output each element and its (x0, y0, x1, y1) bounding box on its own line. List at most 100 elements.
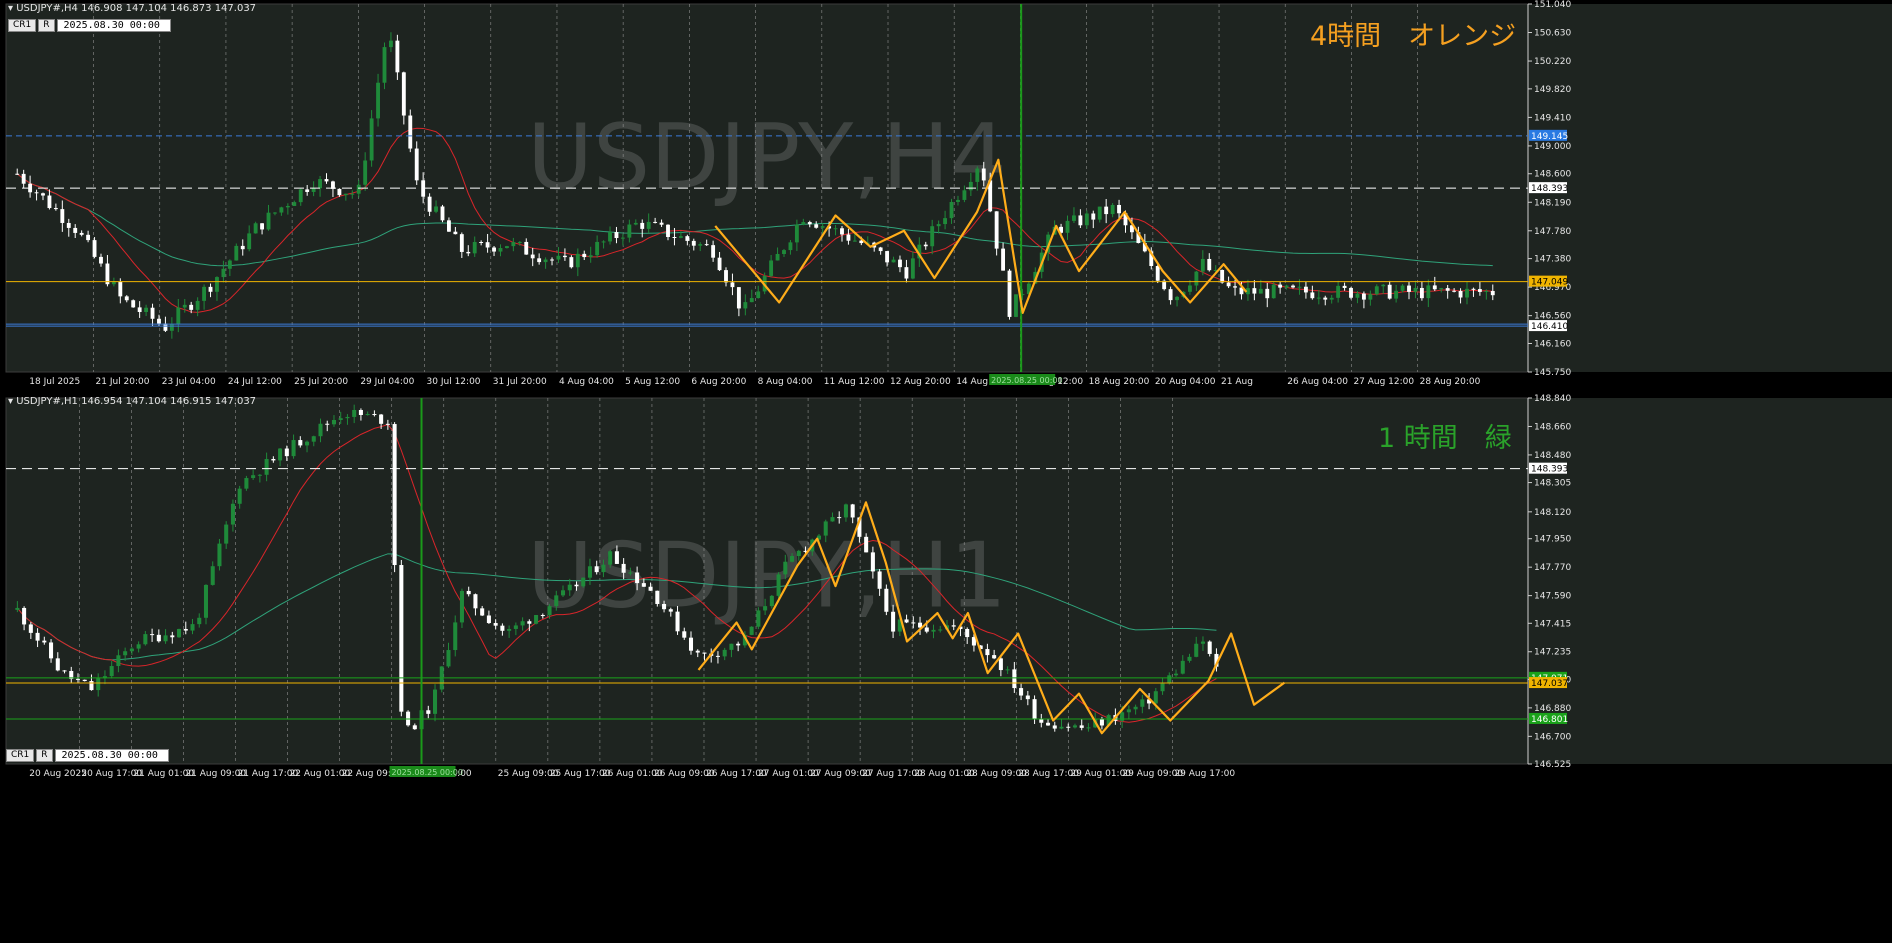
candle-body (801, 222, 806, 225)
candle-body (111, 281, 116, 285)
candle-body (203, 584, 209, 618)
candle-body (169, 324, 174, 331)
candle-body (702, 652, 707, 654)
candle-body (569, 257, 574, 268)
candle-body (646, 221, 651, 229)
candle-body (1374, 286, 1379, 295)
candle-body (930, 226, 935, 247)
candle-body (575, 253, 580, 268)
candle-body (823, 521, 828, 536)
candle-body (820, 226, 825, 228)
candle-body (177, 628, 182, 638)
r-button[interactable]: R (36, 749, 53, 762)
candle-body (82, 679, 87, 682)
candle-body (202, 286, 207, 301)
candle-body (157, 318, 161, 324)
candle-body (949, 201, 954, 219)
candle-body (75, 678, 81, 680)
candle-body (271, 458, 276, 461)
y-tick-label: 148.660 (1534, 422, 1571, 432)
candle-body (298, 189, 303, 203)
candle-body (540, 615, 545, 617)
candle-body (763, 606, 768, 611)
candle-body (830, 517, 835, 522)
h1-symbol: USDJPY#,H1 (16, 396, 78, 407)
candle-body (92, 240, 97, 257)
candle-body (775, 253, 780, 261)
candle-body (1297, 286, 1302, 288)
candle-body (870, 552, 875, 572)
candle-body (962, 190, 967, 200)
candle-body (698, 244, 703, 246)
candle-body (1342, 285, 1347, 288)
cr1-button[interactable]: CR1 (8, 19, 37, 32)
candle-body (722, 649, 727, 657)
candle-body (1187, 656, 1192, 661)
y-tick-label: 148.305 (1534, 479, 1571, 489)
candle-body (1381, 284, 1386, 287)
candle-body (1167, 675, 1172, 684)
candle-body (736, 643, 741, 646)
candle-body (331, 419, 336, 425)
candle-body (385, 423, 390, 425)
x-tick-label: 29 Jul 04:00 (360, 377, 414, 387)
h4-ohlc: 146.908 147.104 146.873 147.037 (81, 3, 257, 14)
candle-body (137, 307, 142, 312)
candle-body (534, 615, 539, 624)
candle-body (678, 236, 683, 238)
candle-body (1226, 282, 1231, 287)
candle-body (195, 300, 200, 310)
candle-body (28, 624, 33, 633)
level-label-blue_upper: 149.145 (1531, 132, 1568, 142)
chart-window-h1[interactable]: USDJPY,H1 20 Aug 2025 20 Aug 17:00 21 Aug 0… (0, 392, 1892, 943)
candle-body (567, 584, 572, 591)
y-tick-label: 147.780 (1534, 227, 1571, 237)
chart-h4-canvas[interactable]: USDJPY,H4 18 Jul 2025 21 Jul 20:00 23 Jul 0… (0, 0, 1892, 389)
candle-body (1086, 727, 1091, 729)
r-button[interactable]: R (38, 19, 55, 32)
candle-body (1200, 641, 1205, 644)
candle-body (116, 655, 121, 667)
candle-body (956, 199, 960, 202)
candle-body (486, 615, 491, 624)
candle-body (363, 160, 368, 185)
h4-datetime-box[interactable]: 2025.08.30 00:00 (56, 19, 171, 32)
candle-body (574, 584, 579, 587)
candle-body (924, 627, 929, 632)
y-tick-label: 147.380 (1534, 255, 1571, 265)
candle-body (1220, 269, 1225, 283)
candle-body (427, 196, 432, 212)
candle-body (1099, 719, 1104, 726)
candle-body (878, 247, 883, 252)
x-tick-label: 18 Aug 20:00 (1089, 377, 1150, 387)
candle-body (298, 440, 303, 446)
candle-body (163, 635, 168, 642)
candle-body (1133, 706, 1138, 710)
candle-body (621, 563, 626, 573)
x-tick-label: 28 Aug 20:00 (1420, 377, 1481, 387)
h1-datetime-box[interactable]: 2025.08.30 00:00 (54, 749, 169, 762)
cr1-button[interactable]: CR1 (6, 749, 35, 762)
candle-body (182, 304, 187, 308)
candle-body (318, 179, 322, 189)
y-tick-label: 150.630 (1534, 29, 1571, 39)
candle-body (884, 588, 889, 612)
candle-body (473, 594, 478, 609)
candle-body (1194, 643, 1199, 657)
candle-body (1014, 294, 1018, 317)
chevron-down-icon[interactable]: ▾ (8, 396, 13, 407)
candle-body (1175, 296, 1179, 301)
candle-body (401, 72, 406, 116)
x-tick-label: 4 Aug 04:00 (559, 377, 614, 387)
candle-body (240, 245, 245, 250)
candle-body (143, 634, 148, 645)
chart-h1-canvas[interactable]: USDJPY,H120 Aug 202520 Aug 17:0021 Aug 0… (0, 392, 1892, 781)
chart-window-h4[interactable]: USDJPY,H4 18 Jul 2025 21 Jul 20:00 23 Jul 0… (0, 0, 1892, 389)
y-tick-label: 146.160 (1534, 339, 1571, 349)
candle-body (554, 595, 559, 607)
candle-body (1258, 288, 1263, 294)
candle-body (324, 179, 329, 182)
candle-body (1271, 284, 1276, 299)
chevron-down-icon[interactable]: ▾ (8, 3, 13, 14)
candle-body (414, 148, 419, 181)
